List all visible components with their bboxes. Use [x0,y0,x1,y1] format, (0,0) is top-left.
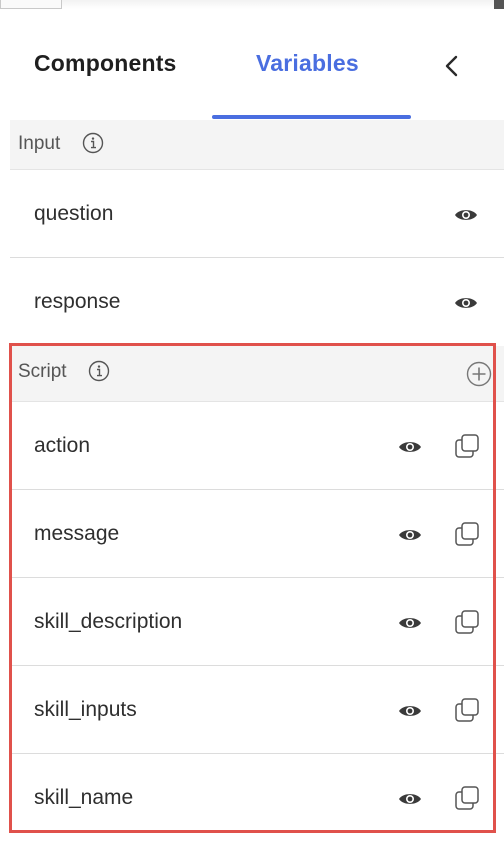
variable-name: action [34,434,91,457]
partial-field [0,0,62,9]
eye-icon[interactable] [398,615,422,631]
tab-variables[interactable]: Variables [256,50,359,77]
variable-name: response [34,290,121,313]
variable-name: message [34,522,120,545]
variable-name: question [34,202,114,225]
variable-name: skill_inputs [34,698,137,721]
top-edge [0,0,504,14]
eye-icon[interactable] [454,207,478,223]
variable-row-response[interactable]: response [10,258,504,346]
copy-icon[interactable] [454,785,480,811]
section-title-input: Input [18,133,61,154]
tab-components[interactable]: Components [34,50,177,77]
copy-icon[interactable] [454,609,480,635]
variable-name: skill_description [34,610,183,633]
variable-row-skill-description[interactable]: skill_description [10,578,504,666]
panel-tabs: Components Variables [0,14,504,120]
eye-icon[interactable] [398,791,422,807]
eye-icon[interactable] [398,439,422,455]
scrollbar-nub[interactable] [494,0,504,9]
variable-row-skill-inputs[interactable]: skill_inputs [10,666,504,754]
section-title-script: Script [18,361,67,382]
copy-icon[interactable] [454,521,480,547]
info-icon[interactable] [88,360,110,382]
variable-row-question[interactable]: question [10,170,504,258]
eye-icon[interactable] [398,527,422,543]
plus-circle-icon[interactable] [466,361,492,387]
variable-row-message[interactable]: message [10,490,504,578]
section-header-input: Input [10,120,504,170]
copy-icon[interactable] [454,697,480,723]
top-fade [62,0,494,9]
variable-row-skill-name[interactable]: skill_name [10,754,504,841]
copy-icon[interactable] [454,433,480,459]
eye-icon[interactable] [398,703,422,719]
section-header-script: Script [10,346,504,402]
active-tab-indicator [212,115,411,119]
variable-row-action[interactable]: action [10,402,504,490]
variable-name: skill_name [34,786,134,809]
info-icon[interactable] [82,132,104,154]
eye-icon[interactable] [454,295,478,311]
chevron-left-icon[interactable] [440,52,464,80]
